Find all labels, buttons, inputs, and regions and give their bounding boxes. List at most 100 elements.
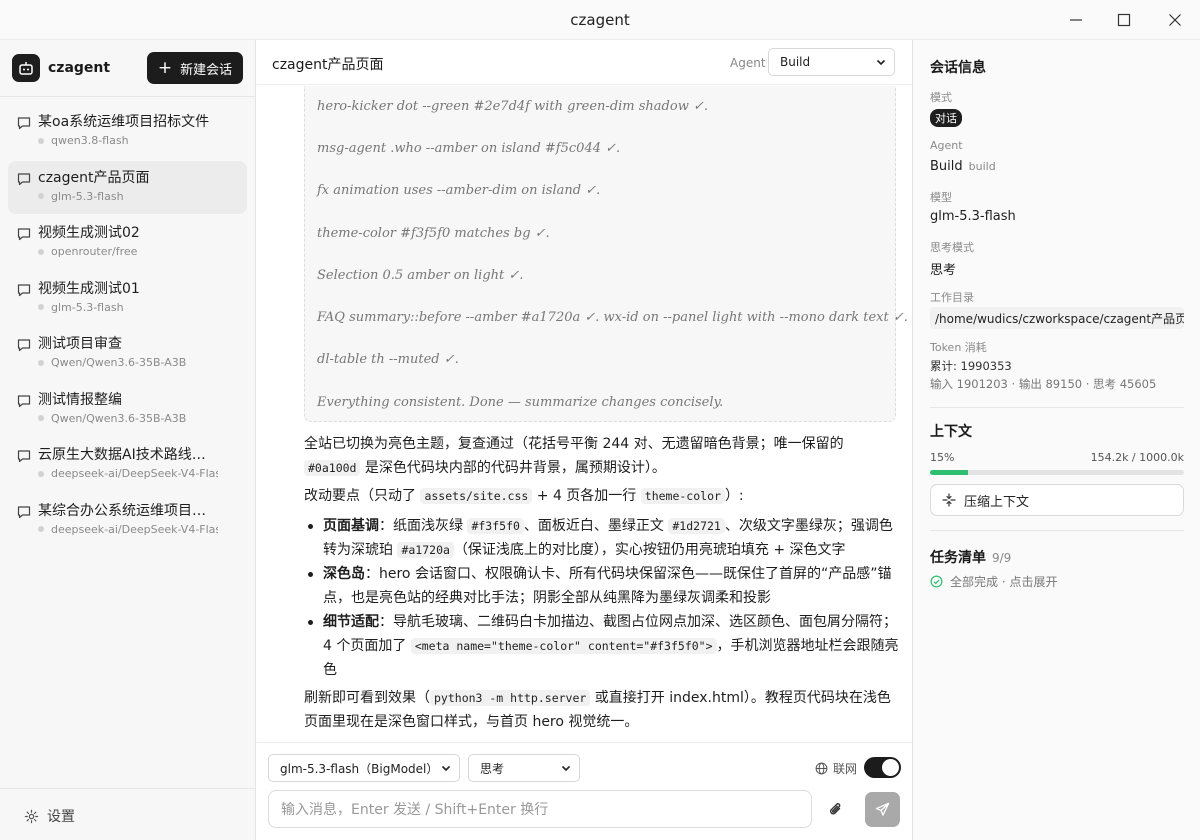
- conversation-item[interactable]: 视频生成测试01 glm-5.3-flash: [8, 272, 247, 325]
- thinking-select-value: 思考: [480, 761, 505, 776]
- chat-bubble-icon: [17, 394, 31, 407]
- model-select[interactable]: glm-5.3-flash（BigModel）: [268, 754, 460, 782]
- chat-bubble-icon: [17, 117, 31, 130]
- chevron-down-icon: [876, 59, 886, 66]
- inline-code: #f3f5f0: [467, 518, 524, 534]
- conversation-title: czagent产品页面: [38, 169, 150, 186]
- conversation-item[interactable]: 某综合办公系统运维项目方案 deepseek-ai/DeepSeek-V4-Fl…: [8, 494, 247, 547]
- page-title: czagent产品页面: [272, 57, 384, 73]
- maximize-button[interactable]: [1112, 8, 1136, 32]
- web-search-toggle[interactable]: [864, 757, 901, 778]
- robot-logo-icon: [12, 54, 40, 82]
- answer-paragraph: 全站已切换为亮色主题，复查通过（花括号平衡 244 对、无遗留暗色背景；唯一保留…: [304, 436, 844, 476]
- chevron-down-icon: [441, 765, 451, 772]
- divider: [930, 530, 1184, 531]
- status-dot: [38, 526, 44, 532]
- brand: czagent: [12, 54, 110, 82]
- status-dot: [38, 248, 44, 255]
- compress-icon: [942, 493, 956, 507]
- token-label: Token 消耗: [930, 341, 987, 354]
- status-dot: [38, 415, 44, 421]
- answer-paragraph: 刷新即可看到效果（ python3 -m http.server 或直接打开 in…: [304, 690, 891, 730]
- task-status: 全部完成 · 点击展开: [950, 575, 1058, 589]
- task-list-toggle[interactable]: 全部完成 · 点击展开: [930, 573, 1057, 590]
- agent-select[interactable]: Build: [768, 48, 895, 76]
- divider: [0, 96, 255, 97]
- conversation-title: 测试项目审查: [38, 336, 122, 352]
- compress-context-button[interactable]: 压缩上下文: [930, 484, 1184, 516]
- inline-code: #0a100d: [304, 460, 361, 476]
- conversation-title: 视频生成测试02: [38, 225, 140, 241]
- message-input[interactable]: 输入消息，Enter 发送 / Shift+Enter 换行: [268, 790, 812, 828]
- message-input-placeholder: 输入消息，Enter 发送 / Shift+Enter 换行: [281, 802, 549, 818]
- send-button[interactable]: [865, 792, 900, 827]
- conversation-model: openrouter/free: [51, 245, 138, 258]
- brand-name: czagent: [48, 60, 111, 76]
- conversation-item-active[interactable]: czagent产品页面 glm-5.3-flash: [8, 160, 247, 214]
- settings-button[interactable]: 设置: [24, 806, 75, 826]
- thinking-line: FAQ summary::before --amber #a1720a ✓. w…: [317, 310, 908, 325]
- conversation-title: 云原生大数据AI技术路线研究: [38, 447, 218, 463]
- list-item: 细节适配：导航毛玻璃、二维码白卡加描边、截图占位网点加深、选区颜色、面包屑分隔符…: [304, 610, 904, 682]
- check-circle-icon: [930, 575, 943, 588]
- conversation-item[interactable]: 测试情报整编 Qwen/Qwen3.6-35B-A3B: [8, 383, 247, 436]
- conversation-item[interactable]: 视频生成测试02 openrouter/free: [8, 216, 247, 269]
- thinking-line: Everything consistent. Done — summarize …: [317, 395, 724, 410]
- context-usage-row: 15% 154.2k / 1000.0k: [930, 451, 1184, 464]
- globe-icon: [815, 762, 828, 775]
- answer-paragraph: 改动要点（只动了 assets/site.css + 4 页各加一行 theme…: [304, 488, 744, 504]
- agent-label: Agent: [730, 56, 766, 70]
- web-search-label: 联网: [815, 760, 857, 777]
- gear-icon: [24, 809, 39, 823]
- session-info-panel: 会话信息 模式 对话 Agent Build build 模型 glm-5.3-f…: [912, 40, 1200, 840]
- model-select-value: glm-5.3-flash（BigModel）: [280, 761, 439, 776]
- status-dot: [38, 137, 44, 144]
- minimize-icon: [1070, 19, 1082, 21]
- main-header: czagent产品页面 Agent Build: [257, 40, 912, 85]
- agent-select-value: Build: [780, 55, 811, 69]
- minimize-button[interactable]: [1064, 8, 1088, 32]
- status-dot: [38, 193, 44, 199]
- conversation-model: qwen3.8-flash: [51, 134, 129, 147]
- token-total: 累计: 1990353: [930, 359, 1012, 373]
- conversation-item[interactable]: 云原生大数据AI技术路线研究 deepseek-ai/DeepSeek-V4-F…: [8, 438, 247, 491]
- conversation-model: deepseek-ai/DeepSeek-V4-Flash: [51, 467, 218, 480]
- thinking-info-value: 思考: [930, 263, 957, 278]
- status-dot: [38, 470, 44, 477]
- list-item: 深色岛：hero 会话窗口、权限确认卡、所有代码块保留深色——既保住了首屏的“产…: [304, 562, 904, 610]
- chat-scroll-area[interactable]: hero-kicker dot --green #2e7d4f with gre…: [257, 86, 912, 742]
- thinking-mode-select[interactable]: 思考: [468, 754, 580, 782]
- status-dot: [38, 359, 44, 366]
- mode-badge: 对话: [930, 109, 962, 127]
- thinking-line: theme-color #f3f5f0 matches bg ✓.: [317, 226, 550, 241]
- attach-button[interactable]: [828, 800, 844, 822]
- workdir-label: 工作目录: [930, 291, 974, 304]
- conversation-model: glm-5.3-flash: [51, 300, 124, 314]
- conversation-model: Qwen/Qwen3.6-35B-A3B: [51, 356, 187, 369]
- send-icon: [875, 802, 890, 816]
- inline-code: #a1720a: [397, 542, 454, 558]
- thinking-line: hero-kicker dot --green #2e7d4f with gre…: [317, 99, 708, 114]
- new-chat-button[interactable]: + 新建会话: [147, 52, 243, 84]
- thinking-line: msg-agent .who --amber on island #f5c044…: [317, 141, 621, 156]
- inline-code: <meta name="theme-color" content="#f3f5f…: [410, 638, 717, 654]
- close-button[interactable]: [1163, 8, 1187, 32]
- thinking-info-label: 思考模式: [930, 241, 974, 254]
- conversation-title: 测试情报整编: [38, 391, 122, 408]
- conversation-item[interactable]: 某oa系统运维项目招标文件 qwen3.8-flash: [8, 105, 247, 158]
- context-title: 上下文: [930, 424, 972, 440]
- conversation-model: deepseek-ai/DeepSeek-V4-Flash: [51, 522, 218, 536]
- divider: [257, 742, 912, 743]
- conversation-title: 视频生成测试01: [38, 280, 140, 297]
- thinking-block: hero-kicker dot --green #2e7d4f with gre…: [304, 86, 908, 422]
- paperclip-icon: [830, 803, 841, 815]
- thinking-line: Selection 0.5 amber on light ✓.: [317, 268, 524, 283]
- conversation-title: 某oa系统运维项目招标文件: [38, 114, 210, 130]
- chat-bubble-icon: [17, 283, 31, 296]
- thinking-line: fx animation uses --amber-dim on island …: [317, 183, 601, 198]
- plus-icon: +: [157, 57, 173, 78]
- conversation-item[interactable]: 测试项目审查 Qwen/Qwen3.6-35B-A3B: [8, 327, 247, 380]
- mode-label: 模式: [930, 91, 952, 104]
- close-icon: [1169, 14, 1181, 26]
- chat-bubble-icon: [17, 339, 31, 352]
